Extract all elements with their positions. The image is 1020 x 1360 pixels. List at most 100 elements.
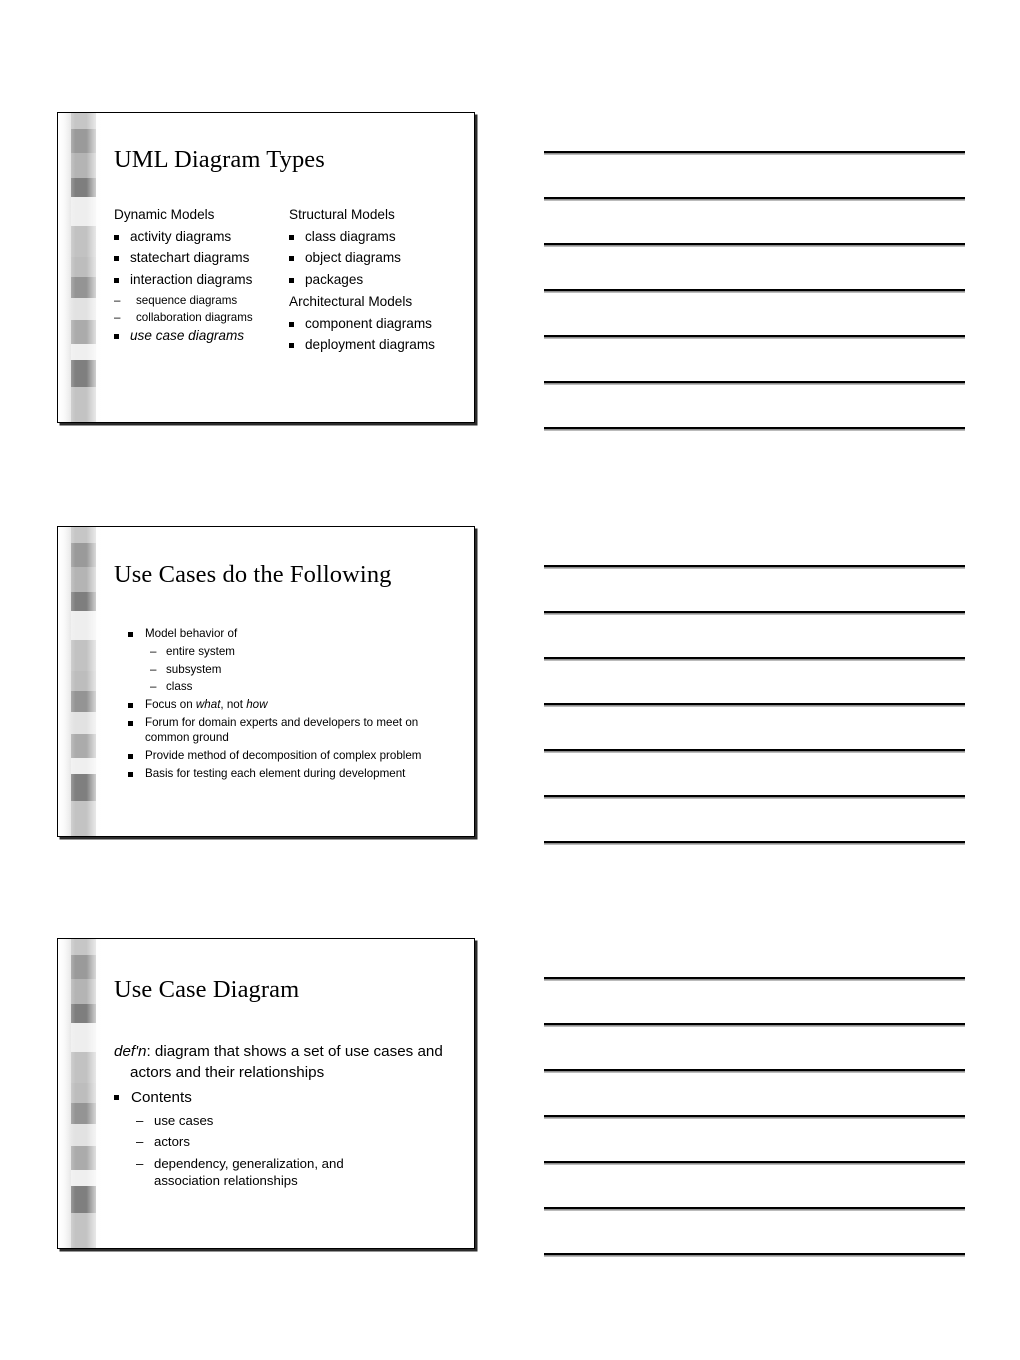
note-line[interactable] (544, 1161, 965, 1164)
list-item: interaction diagrams (114, 272, 294, 287)
strip-block (71, 387, 96, 422)
list-item: deployment diagrams (289, 337, 474, 352)
slide-3-title: Use Case Diagram (114, 976, 300, 1003)
slide-frame-2: Use Cases do the Following Model behavio… (57, 526, 475, 837)
square-bullet-icon (128, 771, 133, 777)
list-item-label: Forum for domain experts and developers … (145, 716, 419, 744)
sub-list-item-label: class (166, 680, 193, 694)
dash-bullet-icon: – (136, 1112, 144, 1128)
note-line[interactable] (544, 749, 965, 752)
square-bullet-icon (114, 1094, 119, 1100)
square-bullet-icon (128, 753, 133, 759)
note-line[interactable] (544, 657, 965, 660)
strip-block (71, 757, 96, 775)
note-line[interactable] (544, 1207, 965, 1210)
definition-label: def'n (114, 1043, 147, 1060)
list-item: activity diagrams (114, 229, 294, 244)
architectural-models-list: component diagrams deployment diagrams (289, 315, 474, 353)
note-line[interactable] (544, 151, 965, 154)
strip-block (71, 1169, 96, 1187)
definition-text: : diagram that shows a set of use cases … (130, 1043, 443, 1081)
note-line[interactable] (544, 1115, 965, 1118)
slide-frame-1: UML Diagram Types Dynamic Models activit… (57, 112, 475, 423)
slide-3-content: def'n: diagram that shows a set of use c… (114, 1042, 462, 1194)
sub-list-item: – entire system (128, 645, 462, 660)
dash-bullet-icon: – (114, 310, 121, 324)
list-item-label: Basis for testing each element during de… (145, 766, 406, 780)
note-line[interactable] (544, 977, 965, 980)
strip-block (71, 1082, 96, 1103)
note-lines-3 (544, 938, 965, 1256)
square-bullet-icon (289, 256, 294, 262)
sub-list-item: – sequence diagrams (114, 294, 294, 307)
note-line[interactable] (544, 197, 965, 200)
list-item: Forum for domain experts and developers … (128, 716, 462, 746)
strip-block (71, 592, 96, 611)
strip-block (71, 196, 96, 226)
strip-block (71, 801, 96, 836)
decorative-strip-1 (58, 113, 104, 422)
list-item-label: statechart diagrams (130, 250, 250, 266)
note-line[interactable] (544, 611, 965, 614)
sub-list-item-label: subsystem (166, 662, 222, 676)
note-line[interactable] (544, 565, 965, 568)
square-bullet-icon (114, 234, 119, 240)
slide-1-body: UML Diagram Types Dynamic Models activit… (114, 113, 466, 422)
strip-block (71, 610, 96, 640)
strip-block (71, 1051, 96, 1083)
note-line[interactable] (544, 1253, 965, 1256)
slide-1-column-dynamic: Dynamic Models activity diagrams statech… (114, 207, 294, 350)
strip-block (71, 670, 96, 691)
note-line[interactable] (544, 427, 965, 430)
note-line[interactable] (544, 1069, 965, 1072)
strip-block (71, 955, 96, 979)
dash-bullet-icon: – (136, 1155, 144, 1171)
note-line[interactable] (544, 381, 965, 384)
strip-block (71, 1102, 96, 1125)
list-item: packages (289, 272, 474, 288)
slide-2-content: Model behavior of – entire system – subs… (128, 627, 462, 784)
note-line[interactable] (544, 841, 965, 844)
sub-list-item-label: sequence diagrams (136, 293, 238, 307)
strip-block (71, 774, 96, 802)
note-line[interactable] (544, 703, 965, 706)
column-heading-architectural: Architectural Models (289, 293, 413, 309)
dash-bullet-icon: – (114, 293, 121, 307)
structural-models-list: class diagrams object diagrams packages (289, 229, 474, 288)
sub-list-item: – actors (114, 1133, 462, 1151)
definition-paragraph: def'n: diagram that shows a set of use c… (114, 1042, 462, 1084)
list-item-label: packages (305, 272, 364, 288)
list-item-label: Provide method of decomposition of compl… (145, 748, 422, 762)
strip-block (71, 1146, 96, 1170)
list-item-label: use case diagrams (130, 327, 245, 343)
list-item: class diagrams (289, 229, 474, 244)
slide-2-title: Use Cases do the Following (114, 561, 392, 588)
list-item: component diagrams (289, 315, 474, 331)
note-line[interactable] (544, 1023, 965, 1026)
note-line[interactable] (544, 795, 965, 798)
strip-block (71, 712, 96, 735)
strip-block (71, 360, 96, 388)
list-item-label-rich: Focus on what, not how (145, 698, 267, 711)
strip-block (71, 543, 96, 567)
sub-list-item-label: use cases (154, 1112, 214, 1128)
sub-list-item-label: actors (154, 1134, 190, 1150)
strip-block (71, 734, 96, 758)
note-line[interactable] (544, 243, 965, 246)
square-bullet-icon (289, 234, 294, 240)
strip-block (71, 1124, 96, 1147)
column-heading-structural: Structural Models (289, 207, 395, 222)
sub-list-item-label: entire system (166, 644, 235, 658)
slide-1-column-structural: Structural Models class diagrams object … (289, 207, 474, 359)
strip-block (71, 343, 96, 361)
strip-block (71, 320, 96, 344)
note-line[interactable] (544, 335, 965, 338)
square-bullet-icon (289, 278, 294, 284)
strip-blocks (71, 113, 96, 422)
use-case-purpose-list: Model behavior of – entire system – subs… (128, 627, 462, 781)
dash-bullet-icon: – (150, 680, 157, 694)
strip-block (71, 225, 96, 257)
note-lines-1 (544, 112, 965, 430)
note-line[interactable] (544, 289, 965, 292)
list-item-label: component diagrams (305, 315, 432, 331)
